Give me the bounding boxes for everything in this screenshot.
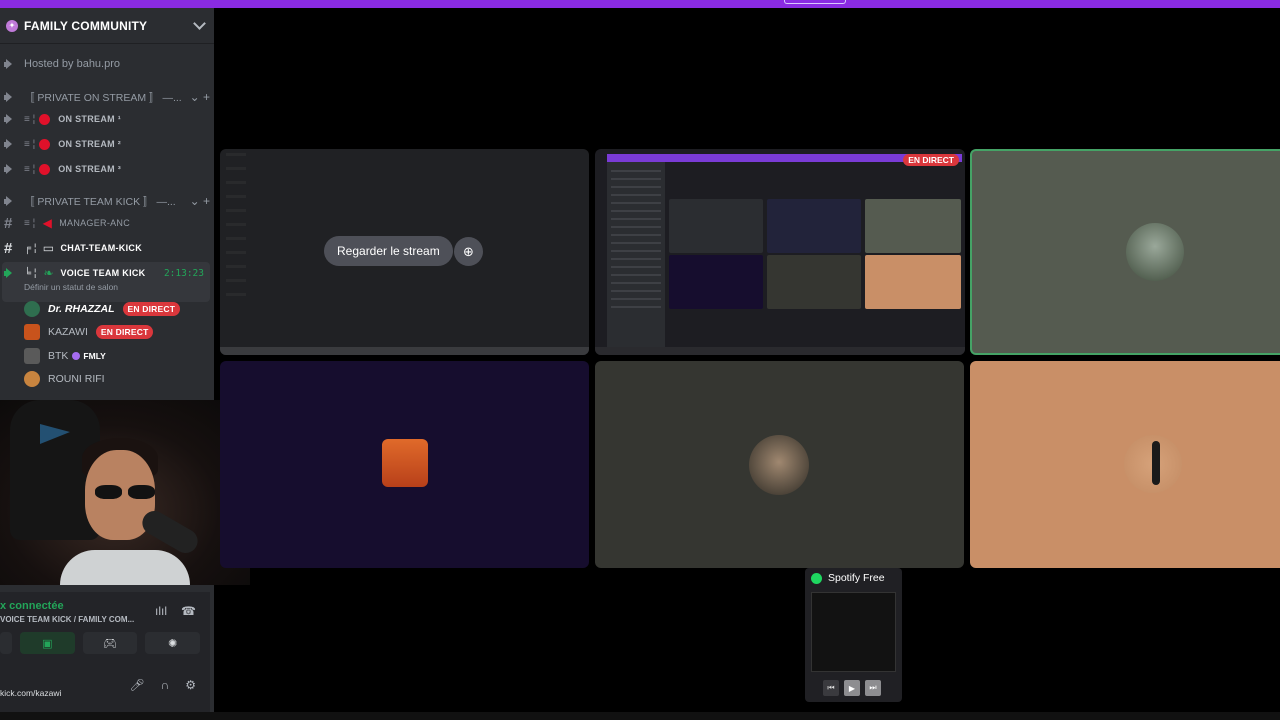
channel-label: CHAT-TEAM-KICK <box>60 243 142 253</box>
top-accent-bar <box>0 0 1280 8</box>
server-icon: ✦ <box>6 19 18 32</box>
tree-icon: ≡ ¦ <box>24 163 36 175</box>
channel-label: Hosted by bahu.pro <box>24 58 121 70</box>
headphones-icon[interactable]: ∩ <box>161 678 170 692</box>
tree-icon: ╘ ¦ <box>24 267 37 279</box>
voice-user[interactable]: BTK FMLY <box>24 345 106 367</box>
live-dot-icon <box>39 138 51 150</box>
stream-tile[interactable] <box>220 361 589 568</box>
previous-track-icon[interactable]: ⏮ <box>823 680 839 696</box>
speaker-icon <box>4 195 16 207</box>
live-badge: EN DIRECT <box>903 154 959 166</box>
channel-label: ON STREAM ¹ <box>58 114 122 124</box>
next-track-icon[interactable]: ⏭ <box>865 680 881 696</box>
channel-manager-anc[interactable]: # ≡ ¦ ◀ MANAGER-ANC <box>4 213 210 233</box>
gear-icon[interactable]: ⚙ <box>185 678 196 692</box>
channel-voice-team-kick[interactable]: ╘ ¦ ❧ VOICE TEAM KICK 2:13:23 <box>4 263 210 283</box>
add-channel-icon[interactable]: ⌄ + <box>190 90 210 104</box>
avatar <box>1126 223 1184 281</box>
hashtag-icon: # <box>4 214 13 232</box>
category-label: 〚 PRIVATE TEAM KICK 〛 —... <box>24 195 176 208</box>
speech-bubble-icon: ▭ <box>42 241 55 255</box>
sunglasses <box>95 485 155 499</box>
speaker-icon <box>4 91 16 103</box>
voice-user[interactable]: KAZAWI EN DIRECT <box>24 321 154 343</box>
spotify-icon <box>811 572 822 584</box>
channel-label: MANAGER-ANC <box>59 218 131 228</box>
activity-button[interactable]: 🎮︎ <box>82 632 138 654</box>
channel-on-stream-2[interactable]: ≡ ¦ ON STREAM ² <box>4 134 210 154</box>
channel-chat-team-kick[interactable]: # ╒ ¦ ▭ CHAT-TEAM-KICK <box>4 238 210 258</box>
channel-on-stream-1[interactable]: ≡ ¦ ON STREAM ¹ <box>4 109 210 129</box>
webcam-overlay <box>0 400 250 585</box>
server-name: FAMILY COMMUNITY <box>24 18 148 33</box>
microphone-icon[interactable]: 🎤︎ <box>129 678 144 692</box>
soundboard-button[interactable]: ✺ <box>145 632 201 654</box>
category-private-team-kick[interactable]: 〚 PRIVATE TEAM KICK 〛 —... ⌄ + <box>4 191 210 211</box>
live-badge: EN DIRECT <box>122 302 181 316</box>
speaker-icon <box>4 138 16 150</box>
channel-on-stream-3[interactable]: ≡ ¦ ON STREAM ³ <box>4 159 210 179</box>
channel-label: VOICE TEAM KICK <box>60 268 146 278</box>
tree-icon: ≡ ¦ <box>24 138 36 150</box>
voice-timer: 2:13:23 <box>163 267 204 279</box>
stream-tile[interactable] <box>595 361 964 568</box>
guild-tag: FMLY <box>72 351 105 361</box>
server-header[interactable]: ✦ FAMILY COMMUNITY <box>0 8 214 44</box>
sound-wave-icon[interactable]: ılıl <box>155 604 167 618</box>
live-badge: EN DIRECT <box>95 325 154 339</box>
category-label: 〚 PRIVATE ON STREAM 〛 —... <box>24 91 182 104</box>
stream-tile[interactable] <box>970 361 1280 568</box>
tree-icon: ≡ ¦ <box>24 113 36 125</box>
avatar <box>24 324 40 340</box>
voice-user-name: BTK <box>48 350 69 362</box>
avatar <box>24 371 40 387</box>
voice-status: x connectée <box>0 600 64 612</box>
live-dot-icon <box>39 113 51 125</box>
spotify-title: Spotify Free <box>828 572 885 584</box>
tree-icon: ≡ ¦ <box>24 217 36 229</box>
voice-user-name: ROUNI RIFI <box>48 373 105 385</box>
speaker-icon <box>4 58 16 70</box>
speaker-icon <box>4 267 16 279</box>
avatar <box>24 348 40 364</box>
speaker-icon <box>4 163 16 175</box>
channel-hosted[interactable]: Hosted by bahu.pro <box>4 54 210 74</box>
disconnect-icon[interactable]: ☎ <box>181 604 196 618</box>
voice-user-name: KAZAWI <box>48 326 88 338</box>
taskbar-edge <box>0 712 1280 720</box>
top-bar-pill[interactable] <box>784 0 846 4</box>
play-icon[interactable]: ▶ <box>844 680 860 696</box>
live-dot-icon <box>39 163 51 175</box>
spotify-preview[interactable] <box>811 592 896 672</box>
voice-user[interactable]: ROUNI RIFI <box>24 368 105 390</box>
avatar <box>749 435 809 495</box>
channel-status-hint[interactable]: Définir un statut de salon <box>24 282 118 292</box>
stream-tile[interactable]: EN DIRECT <box>595 149 965 355</box>
voice-channel-path[interactable]: VOICE TEAM KICK / FAMILY COM... <box>0 615 134 624</box>
camera-button[interactable] <box>0 632 12 654</box>
channel-label: ON STREAM ² <box>58 139 122 149</box>
voice-connection-panel: x connectée VOICE TEAM KICK / FAMILY COM… <box>0 592 210 712</box>
tree-icon: ╒ ¦ <box>24 242 37 254</box>
leaf-icon: ❧ <box>43 266 54 280</box>
voice-user[interactable]: Dr. RHAZZAL EN DIRECT <box>24 298 181 320</box>
channel-label: ON STREAM ³ <box>58 164 122 174</box>
person-figure <box>1152 441 1160 485</box>
add-channel-icon[interactable]: ⌄ + <box>190 194 210 208</box>
avatar <box>382 439 428 487</box>
category-private-on-stream[interactable]: 〚 PRIVATE ON STREAM 〛 —... ⌄ + <box>4 87 210 107</box>
hashtag-icon: # <box>4 239 13 257</box>
voice-user-name: Dr. RHAZZAL <box>48 303 115 315</box>
screen-share-button[interactable]: ▣ <box>20 632 75 654</box>
watch-stream-button[interactable]: Regarder le stream <box>324 236 453 266</box>
avatar <box>24 301 40 317</box>
user-status-text[interactable]: kick.com/kazawi <box>0 688 61 698</box>
watch-together-icon[interactable]: ⊕ <box>454 237 483 266</box>
stream-tile-speaking[interactable] <box>970 149 1280 355</box>
chevron-down-icon[interactable] <box>193 17 206 30</box>
megaphone-icon: ◀ <box>42 216 52 230</box>
speaker-icon <box>4 113 16 125</box>
spotify-miniplayer[interactable]: Spotify Free ⏮ ▶ ⏭ <box>805 568 902 702</box>
